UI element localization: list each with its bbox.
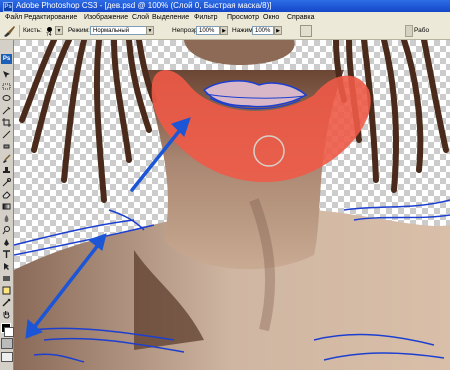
healing-brush-tool-icon[interactable]	[2, 142, 11, 151]
panel-well-tab[interactable]	[405, 25, 413, 37]
canvas-artwork[interactable]	[14, 40, 450, 370]
tools-panel: Ps	[0, 40, 14, 370]
rectangle-tool-icon[interactable]	[2, 274, 11, 283]
photoshop-app-icon: Ps	[3, 2, 13, 12]
brush-size: 74	[46, 32, 52, 38]
eyedropper-tool-icon[interactable]	[2, 298, 11, 307]
airbrush-toggle-button[interactable]	[300, 25, 312, 37]
brush-picker-dropdown[interactable]: ▼	[55, 26, 63, 35]
menu-select[interactable]: Выделение	[152, 12, 189, 23]
toolbox-logo: Ps	[1, 54, 12, 64]
eraser-tool-icon[interactable]	[2, 190, 11, 199]
brush-tool-panel-icon[interactable]	[2, 154, 11, 163]
mode-dropdown-arrow[interactable]: ▼	[146, 26, 154, 35]
magic-wand-tool-icon[interactable]	[2, 106, 11, 115]
menu-image[interactable]: Изображение	[84, 12, 128, 23]
history-brush-tool-icon[interactable]	[2, 178, 11, 187]
options-bar: Кисть: 74 ▼ Режим: Нормальный ▼ Непрозр.…	[0, 23, 450, 40]
title-bar: Ps Adobe Photoshop CS3 - [дев.psd @ 100%…	[0, 0, 450, 12]
mode-select[interactable]: Нормальный	[90, 26, 148, 35]
background-color-swatch[interactable]	[4, 327, 14, 337]
menu-view[interactable]: Просмотр	[227, 12, 259, 23]
mode-label: Режим:	[68, 27, 90, 34]
flow-dropdown-arrow[interactable]: ▶	[274, 26, 282, 35]
type-tool-icon[interactable]	[2, 250, 11, 259]
workspace-label[interactable]: Рабо	[414, 27, 429, 34]
path-selection-tool-icon[interactable]	[2, 262, 11, 271]
brush-tool-icon[interactable]	[2, 25, 16, 37]
slice-tool-icon[interactable]	[2, 130, 11, 139]
crop-tool-icon[interactable]	[2, 118, 11, 127]
menu-window[interactable]: Окно	[263, 12, 279, 23]
opacity-dropdown-arrow[interactable]: ▶	[220, 26, 228, 35]
menu-file[interactable]: Файл	[5, 12, 22, 23]
menu-filter[interactable]: Фильтр	[194, 12, 218, 23]
screen-mode-button[interactable]	[1, 352, 13, 362]
pen-tool-icon[interactable]	[2, 238, 11, 247]
quick-mask-mode-button[interactable]	[1, 338, 13, 349]
clone-stamp-tool-icon[interactable]	[2, 166, 11, 175]
notes-tool-icon[interactable]	[2, 286, 11, 295]
menu-help[interactable]: Справка	[287, 12, 314, 23]
hand-tool-icon[interactable]	[2, 310, 11, 319]
gradient-tool-icon[interactable]	[2, 202, 11, 211]
window-title: Adobe Photoshop CS3 - [дев.psd @ 100% (С…	[16, 1, 272, 10]
opacity-input[interactable]: 100%	[196, 26, 220, 35]
options-separator	[19, 25, 20, 37]
marquee-tool-icon[interactable]	[2, 82, 11, 91]
flow-input[interactable]: 100%	[252, 26, 274, 35]
menu-edit[interactable]: Редактирование	[24, 12, 77, 23]
lasso-tool-icon[interactable]	[2, 94, 11, 103]
document-canvas[interactable]	[14, 40, 450, 370]
move-tool-icon[interactable]	[2, 70, 11, 79]
blur-tool-icon[interactable]	[2, 214, 11, 223]
brush-label: Кисть:	[23, 27, 42, 34]
dodge-tool-icon[interactable]	[2, 226, 11, 235]
menu-layer[interactable]: Слой	[132, 12, 149, 23]
